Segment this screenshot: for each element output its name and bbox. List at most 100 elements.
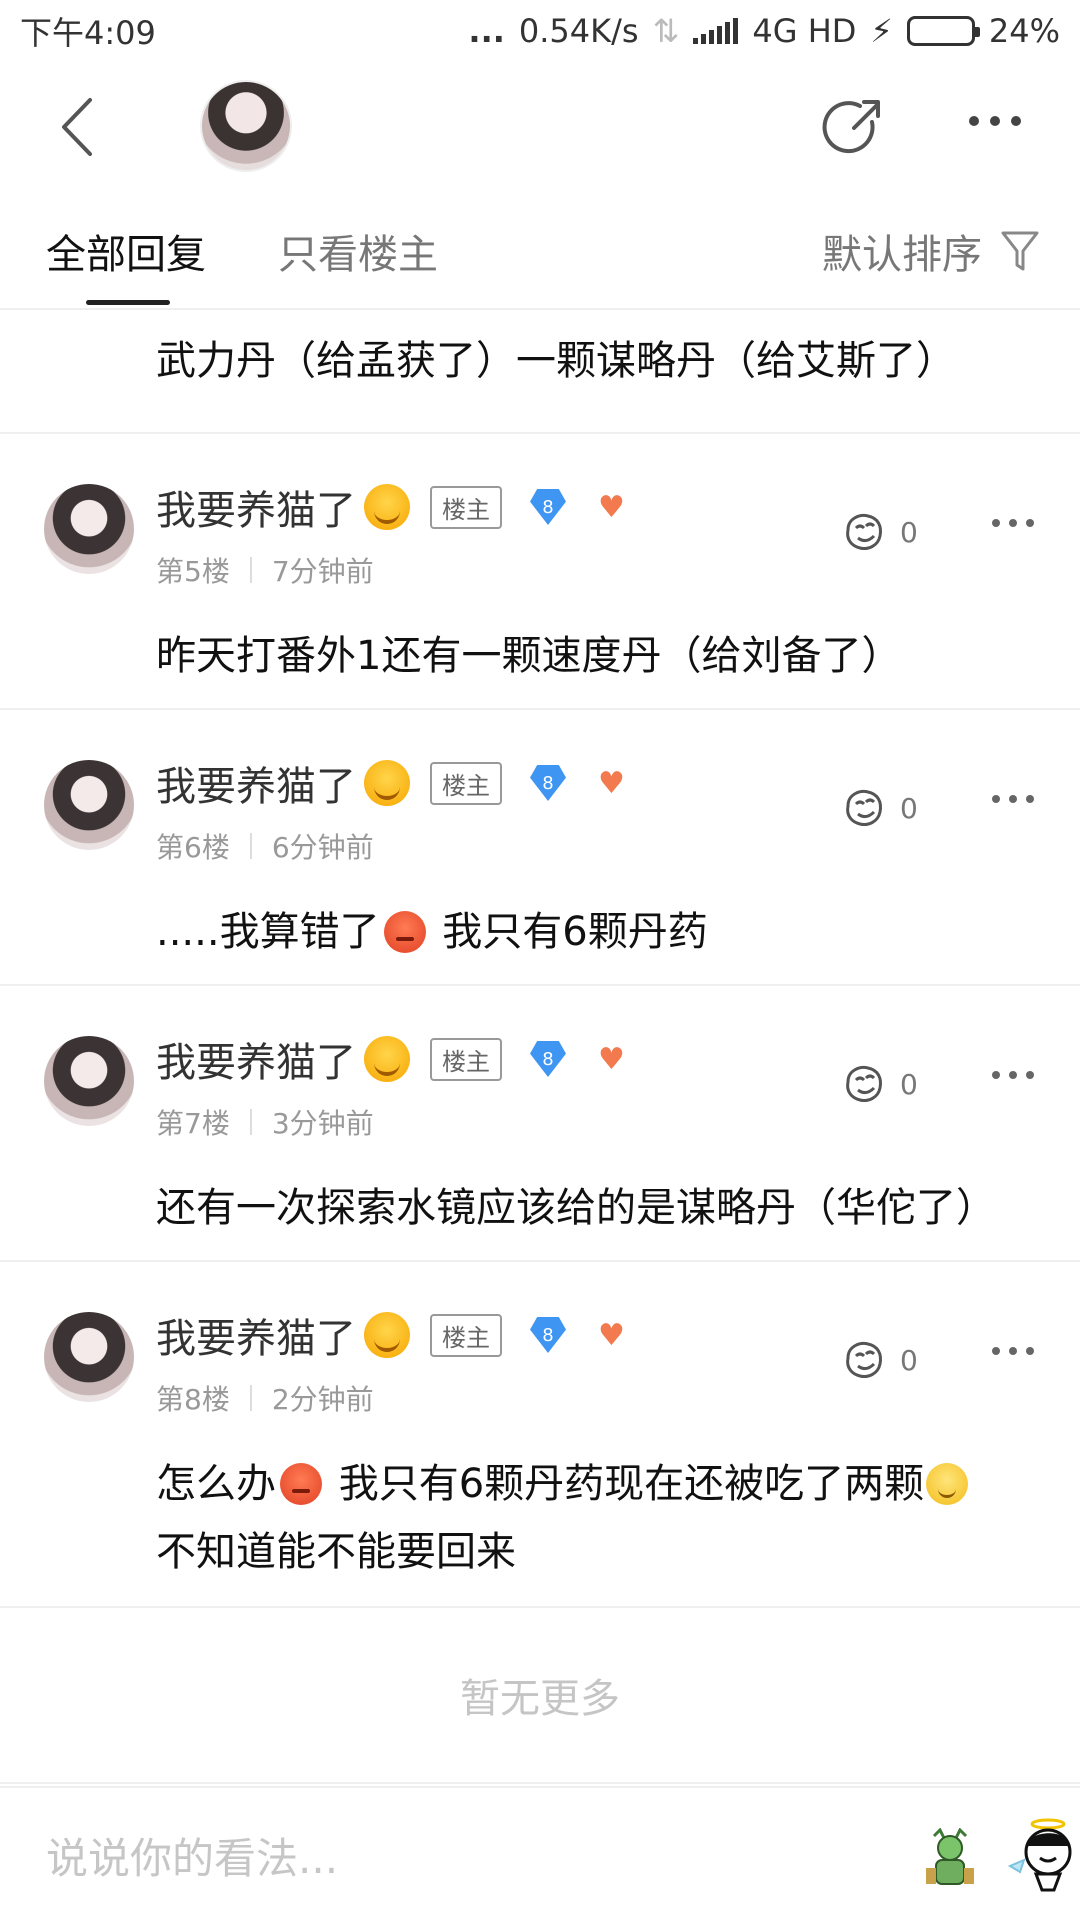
angel-boy-sticker-icon[interactable] — [1006, 1816, 1080, 1892]
like-face-icon — [846, 514, 882, 550]
tab-all-replies[interactable]: 全部回复 — [46, 222, 206, 280]
like-face-icon — [846, 1342, 882, 1378]
meta-divider — [249, 1109, 252, 1135]
post-more-icon[interactable] — [990, 1342, 1036, 1360]
post-more-icon[interactable] — [990, 790, 1036, 808]
active-tab-indicator — [86, 300, 170, 305]
user-avatar[interactable] — [44, 760, 134, 850]
post-text-part: 不知道能不能要回来 — [156, 1529, 516, 1575]
user-info-row: 我要养猫了 楼主 8 ♥ — [156, 478, 625, 536]
angry-emoji-icon — [280, 1463, 322, 1505]
meta-divider — [249, 1385, 252, 1411]
user-info-row: 我要养猫了 楼主 8 ♥ — [156, 754, 625, 812]
filter-icon — [1001, 231, 1039, 271]
level-diamond-icon: 8 — [530, 489, 566, 525]
thread-reply-page: 下午4:09 ... 0.54K/s ⇅ 4G HD ⚡ 24% 全部回复 只看… — [0, 0, 1080, 1920]
lungs-badge-icon: ♥ — [598, 1317, 625, 1353]
post-time: 6分钟前 — [271, 831, 374, 864]
post-text-part: 我只有6颗丹药现在还被吃了两颗 — [326, 1461, 925, 1507]
charging-icon: ⚡ — [870, 12, 893, 50]
status-time: 下午4:09 — [20, 14, 156, 52]
owner-badge: 楼主 — [430, 761, 502, 805]
lungs-badge-icon: ♥ — [598, 489, 625, 525]
user-info-row: 我要养猫了 楼主 8 ♥ — [156, 1030, 625, 1088]
floor-number: 第7楼 — [156, 1107, 230, 1140]
sort-button[interactable]: 默认排序 — [822, 222, 1040, 280]
reply-item: 我要养猫了 楼主 8 ♥ 第5楼 7分钟前 0 昨天打番外1还有一颗速度丹（给刘… — [0, 434, 1080, 710]
like-button[interactable]: 0 — [840, 1062, 918, 1106]
floor-number: 第5楼 — [156, 555, 230, 588]
level-diamond-icon: 8 — [530, 1317, 566, 1353]
post-text: 昨天打番外1还有一颗速度丹（给刘备了） — [156, 622, 1040, 690]
reply-bar — [0, 1786, 1080, 1920]
username[interactable]: 我要养猫了 — [156, 1306, 356, 1364]
smile-emoji-icon — [364, 1036, 410, 1082]
post-meta: 第5楼 7分钟前 — [156, 550, 374, 590]
post-text: 怎么办 我只有6颗丹药现在还被吃了两颗 不知道能不能要回来 — [156, 1450, 1040, 1586]
post-text-part: 昨天打番外1还有一颗速度丹（给刘备了） — [156, 633, 902, 679]
meta-divider — [249, 557, 252, 583]
level-diamond-icon: 8 — [530, 1041, 566, 1077]
more-options-button[interactable] — [960, 106, 1030, 136]
level-diamond-icon: 8 — [530, 765, 566, 801]
signal-icon — [693, 18, 739, 44]
like-button[interactable]: 0 — [840, 510, 918, 554]
like-button[interactable]: 0 — [840, 786, 918, 830]
partial-post: 武力丹（给孟获了）一颗谋略丹（给艾斯了） — [0, 310, 1080, 434]
angry-emoji-icon — [383, 911, 426, 953]
op-avatar[interactable] — [200, 80, 292, 172]
floor-number: 第6楼 — [156, 831, 230, 864]
like-count: 0 — [900, 1343, 918, 1377]
post-meta: 第7楼 3分钟前 — [156, 1102, 374, 1142]
user-avatar[interactable] — [44, 484, 134, 574]
like-count: 0 — [900, 1067, 918, 1101]
reply-item: 我要养猫了 楼主 8 ♥ 第6楼 6分钟前 0 .....我算错了 我只有6颗丹… — [0, 710, 1080, 986]
like-count: 0 — [900, 515, 918, 549]
post-text-part: 怎么办 — [156, 1461, 276, 1507]
battery-percent: 24% — [988, 12, 1060, 50]
username[interactable]: 我要养猫了 — [156, 478, 356, 536]
tab-only-op[interactable]: 只看楼主 — [278, 222, 438, 280]
username[interactable]: 我要养猫了 — [156, 754, 356, 812]
like-count: 0 — [900, 791, 918, 825]
floor-number: 第8楼 — [156, 1383, 230, 1416]
reply-item: 我要养猫了 楼主 8 ♥ 第7楼 3分钟前 0 还有一次探索水镜应该给的是谋略丹… — [0, 986, 1080, 1262]
like-face-icon — [846, 790, 882, 826]
user-avatar[interactable] — [44, 1312, 134, 1402]
like-face-icon — [846, 1066, 882, 1102]
status-indicators: ... 0.54K/s ⇅ 4G HD ⚡ 24% — [468, 12, 1060, 50]
reply-item: 我要养猫了 楼主 8 ♥ 第8楼 2分钟前 0 怎么办 我只有6颗丹药现在还被吃… — [0, 1262, 1080, 1608]
status-bar: 下午4:09 ... 0.54K/s ⇅ 4G HD ⚡ 24% — [0, 0, 1080, 62]
post-text: .....我算错了 我只有6颗丹药 — [156, 898, 1040, 966]
header — [0, 62, 1080, 192]
sort-label: 默认排序 — [822, 232, 982, 278]
user-info-row: 我要养猫了 楼主 8 ♥ — [156, 1306, 625, 1364]
network-speed: 0.54K/s — [518, 12, 639, 50]
status-dots: ... — [468, 12, 505, 50]
post-text-part: 还有一次探索水镜应该给的是谋略丹（华佗了） — [156, 1185, 996, 1231]
warrior-sticker-icon[interactable] — [920, 1828, 980, 1892]
username[interactable]: 我要养猫了 — [156, 1030, 356, 1088]
share-button[interactable] — [820, 92, 890, 162]
post-meta: 第6楼 6分钟前 — [156, 826, 374, 866]
post-text-part: 我只有6颗丹药 — [429, 909, 708, 955]
post-more-icon[interactable] — [990, 1066, 1036, 1084]
post-text: 还有一次探索水镜应该给的是谋略丹（华佗了） — [156, 1174, 1040, 1242]
like-button[interactable]: 0 — [840, 1338, 918, 1382]
back-arrow-icon — [62, 98, 92, 156]
owner-badge: 楼主 — [430, 1313, 502, 1357]
data-transfer-icon: ⇅ — [652, 12, 680, 50]
no-more-indicator: 暂无更多 — [0, 1608, 1080, 1784]
user-avatar[interactable] — [44, 1036, 134, 1126]
more-icon — [969, 116, 1021, 126]
reply-input[interactable] — [46, 1828, 666, 1888]
share-icon — [822, 100, 880, 154]
post-time: 3分钟前 — [271, 1107, 374, 1140]
smile-emoji-icon — [364, 760, 410, 806]
smile-emoji-icon — [364, 1312, 410, 1358]
lungs-badge-icon: ♥ — [598, 1041, 625, 1077]
owner-badge: 楼主 — [430, 485, 502, 529]
owner-badge: 楼主 — [430, 1037, 502, 1081]
back-button[interactable] — [50, 92, 110, 162]
post-more-icon[interactable] — [990, 514, 1036, 532]
